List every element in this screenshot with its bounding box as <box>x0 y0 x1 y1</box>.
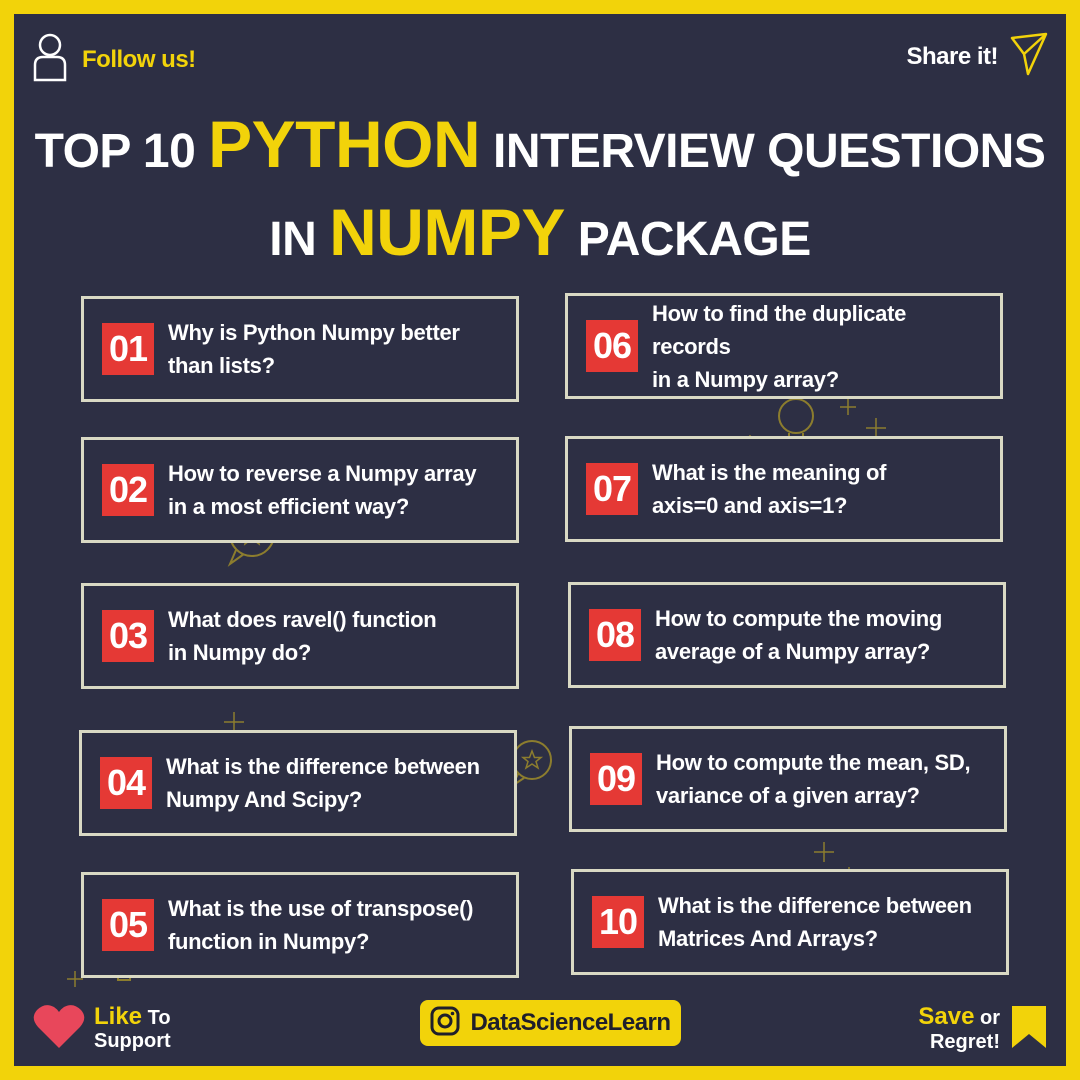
question-number: 02 <box>102 464 154 516</box>
question-card-02: 02 How to reverse a Numpy array in a most… <box>81 437 519 543</box>
question-number: 09 <box>590 753 642 805</box>
question-card-05: 05 What is the use of transpose() functio… <box>81 872 519 978</box>
question-card-01: 01 Why is Python Numpy better than lists? <box>81 296 519 402</box>
question-card-04: 04 What is the difference between Numpy A… <box>79 730 517 836</box>
question-text: How to compute the moving average of a Nu… <box>655 606 943 664</box>
question-text: What is the difference between Matrices A… <box>658 893 972 951</box>
question-card-08: 08 How to compute the moving average of a… <box>568 582 1006 688</box>
question-card-03: 03 What does ravel() function in Numpy do… <box>81 583 519 689</box>
title-highlight-python: PYTHON <box>208 107 481 181</box>
question-number: 10 <box>592 896 644 948</box>
heart-icon <box>32 1002 86 1055</box>
title-line-2: IN NUMPY PACKAGE <box>269 195 811 269</box>
question-number: 06 <box>586 320 638 372</box>
like-to-support[interactable]: Like To Support <box>32 1002 171 1055</box>
question-text: What does ravel() function in Numpy do? <box>168 607 437 665</box>
question-text: What is the meaning of axis=0 and axis=1? <box>652 460 887 518</box>
title-highlight-numpy: NUMPY <box>329 195 565 269</box>
bookmark-icon <box>1010 1004 1048 1055</box>
question-text: How to reverse a Numpy array in a most ef… <box>168 461 477 519</box>
question-card-06: 06 How to find the duplicate records in a… <box>565 293 1003 399</box>
instagram-handle: DataScienceLearn <box>470 1009 671 1036</box>
title-line-1: TOP 10 PYTHON INTERVIEW QUESTIONS <box>34 107 1046 181</box>
person-icon <box>32 32 68 87</box>
question-number: 05 <box>102 899 154 951</box>
sparkle-icon <box>840 399 856 415</box>
instagram-icon <box>430 1006 460 1041</box>
question-card-10: 10 What is the difference between Matrice… <box>571 869 1009 975</box>
question-card-09: 09 How to compute the mean, SD, variance … <box>569 726 1007 832</box>
question-text: How to compute the mean, SD, variance of … <box>656 750 971 808</box>
save-label: Save or Regret! <box>918 1003 1000 1054</box>
question-text: What is the use of transpose() function i… <box>168 896 474 954</box>
question-text: What is the difference between Numpy And … <box>166 754 480 812</box>
question-number: 07 <box>586 463 638 515</box>
instagram-handle-button[interactable]: DataScienceLearn <box>420 1000 681 1046</box>
question-text: How to find the duplicate records in a Nu… <box>652 300 907 392</box>
question-card-07: 07 What is the meaning of axis=0 and axis… <box>565 436 1003 542</box>
share-it[interactable]: Share it! <box>906 32 1048 81</box>
save-or-regret[interactable]: Save or Regret! <box>918 1004 1048 1055</box>
question-number: 03 <box>102 610 154 662</box>
like-label: Like To Support <box>94 1002 171 1052</box>
question-text: Why is Python Numpy better than lists? <box>168 320 460 378</box>
paper-plane-icon <box>1010 32 1048 81</box>
share-label: Share it! <box>906 42 998 70</box>
question-number: 08 <box>589 609 641 661</box>
sparkle-icon <box>814 842 834 862</box>
follow-label: Follow us! <box>82 45 196 73</box>
question-number: 04 <box>100 757 152 809</box>
page-title: TOP 10 PYTHON INTERVIEW QUESTIONS IN NUM… <box>0 104 1080 280</box>
follow-us[interactable]: Follow us! <box>32 32 196 87</box>
question-number: 01 <box>102 323 154 375</box>
